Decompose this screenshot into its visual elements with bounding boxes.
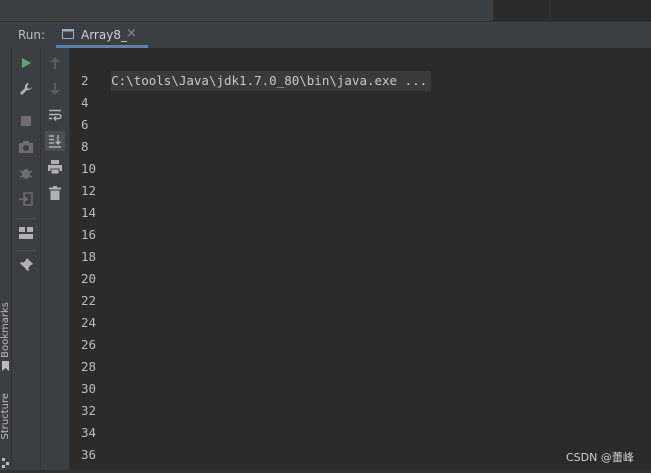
run-label: Run: — [18, 28, 46, 42]
watermark: CSDN @蕾峰 — [566, 451, 634, 464]
scroll-to-end-button[interactable] — [45, 131, 65, 151]
trash-icon — [49, 186, 61, 200]
console-line: 30 — [81, 381, 97, 396]
soft-wrap-button[interactable] — [45, 105, 65, 125]
structure-icon — [2, 458, 9, 468]
console-line: 10 — [81, 161, 97, 176]
scroll-to-end-icon — [49, 135, 61, 148]
command-text: C:\tools\Java\jdk1.7.0_80\bin\java.exe .… — [111, 71, 432, 91]
stop-icon — [21, 116, 31, 126]
print-icon — [48, 160, 62, 174]
wrench-icon — [20, 83, 32, 95]
console-line: 20 — [81, 271, 97, 286]
console-line: 6 — [81, 117, 89, 132]
restore-layout-button[interactable] — [16, 223, 36, 243]
previous-occurrence-button[interactable] — [45, 53, 65, 73]
console-line: 16 — [81, 227, 97, 242]
debug-bug-icon — [19, 169, 33, 179]
console-line: 4 — [81, 95, 89, 110]
pin-tab-button[interactable] — [16, 255, 36, 275]
console-line: 28 — [81, 359, 97, 374]
layout-icon — [19, 227, 33, 239]
camera-icon — [19, 141, 33, 153]
sidebar-item-structure[interactable]: Structure — [0, 393, 11, 440]
console-line: 32 — [81, 403, 97, 418]
console-line: 8 — [81, 139, 89, 154]
console-line: 36 — [81, 447, 97, 462]
bookmarks-label: Bookmarks — [0, 302, 11, 358]
left-tool-strip: Bookmarks Structure — [0, 48, 12, 473]
dump-threads-button[interactable] — [16, 137, 36, 157]
run-toolbar-secondary — [41, 48, 70, 473]
modify-run-config-button[interactable] — [16, 79, 36, 99]
exit-icon — [19, 192, 33, 206]
tab-label: Array8_ — [81, 28, 127, 42]
debug-button[interactable] — [16, 163, 36, 183]
clear-all-button[interactable] — [45, 183, 65, 203]
console-line: 14 — [81, 205, 97, 220]
run-tool-window-header: Run: Array8_ × — [0, 22, 651, 49]
print-button[interactable] — [45, 157, 65, 177]
console-icon — [62, 29, 74, 39]
bookmark-icon — [2, 361, 9, 371]
tab-array8[interactable]: Array8_ × — [56, 22, 148, 48]
console-line: 18 — [81, 249, 97, 264]
console-line: 22 — [81, 293, 97, 308]
close-icon[interactable]: × — [126, 26, 137, 41]
arrow-down-icon — [50, 83, 60, 95]
exit-button[interactable] — [16, 189, 36, 209]
console-line: 12 — [81, 183, 97, 198]
sidebar-item-bookmarks[interactable]: Bookmarks — [0, 302, 11, 358]
console-command-line: C:\tools\Java\jdk1.7.0_80\bin\java.exe .… — [70, 48, 651, 91]
rerun-button[interactable] — [16, 53, 36, 73]
console-line: 24 — [81, 315, 97, 330]
console-lines: 2 4 6 8 10 12 14 16 18 20 22 24 26 28 30 32 34 36 — [70, 70, 651, 466]
run-icon — [22, 58, 31, 68]
top-right-panel — [493, 0, 651, 21]
arrow-up-icon — [50, 57, 60, 69]
window-top-bar — [0, 0, 651, 22]
next-occurrence-button[interactable] — [45, 79, 65, 99]
soft-wrap-icon — [49, 109, 62, 121]
console-line: 26 — [81, 337, 97, 352]
structure-label: Structure — [0, 393, 11, 440]
console-line: 34 — [81, 425, 97, 440]
console-output[interactable]: C:\tools\Java\jdk1.7.0_80\bin\java.exe .… — [70, 48, 651, 473]
stop-button[interactable] — [16, 111, 36, 131]
pin-icon — [20, 258, 33, 271]
run-toolbar-primary — [12, 48, 41, 473]
